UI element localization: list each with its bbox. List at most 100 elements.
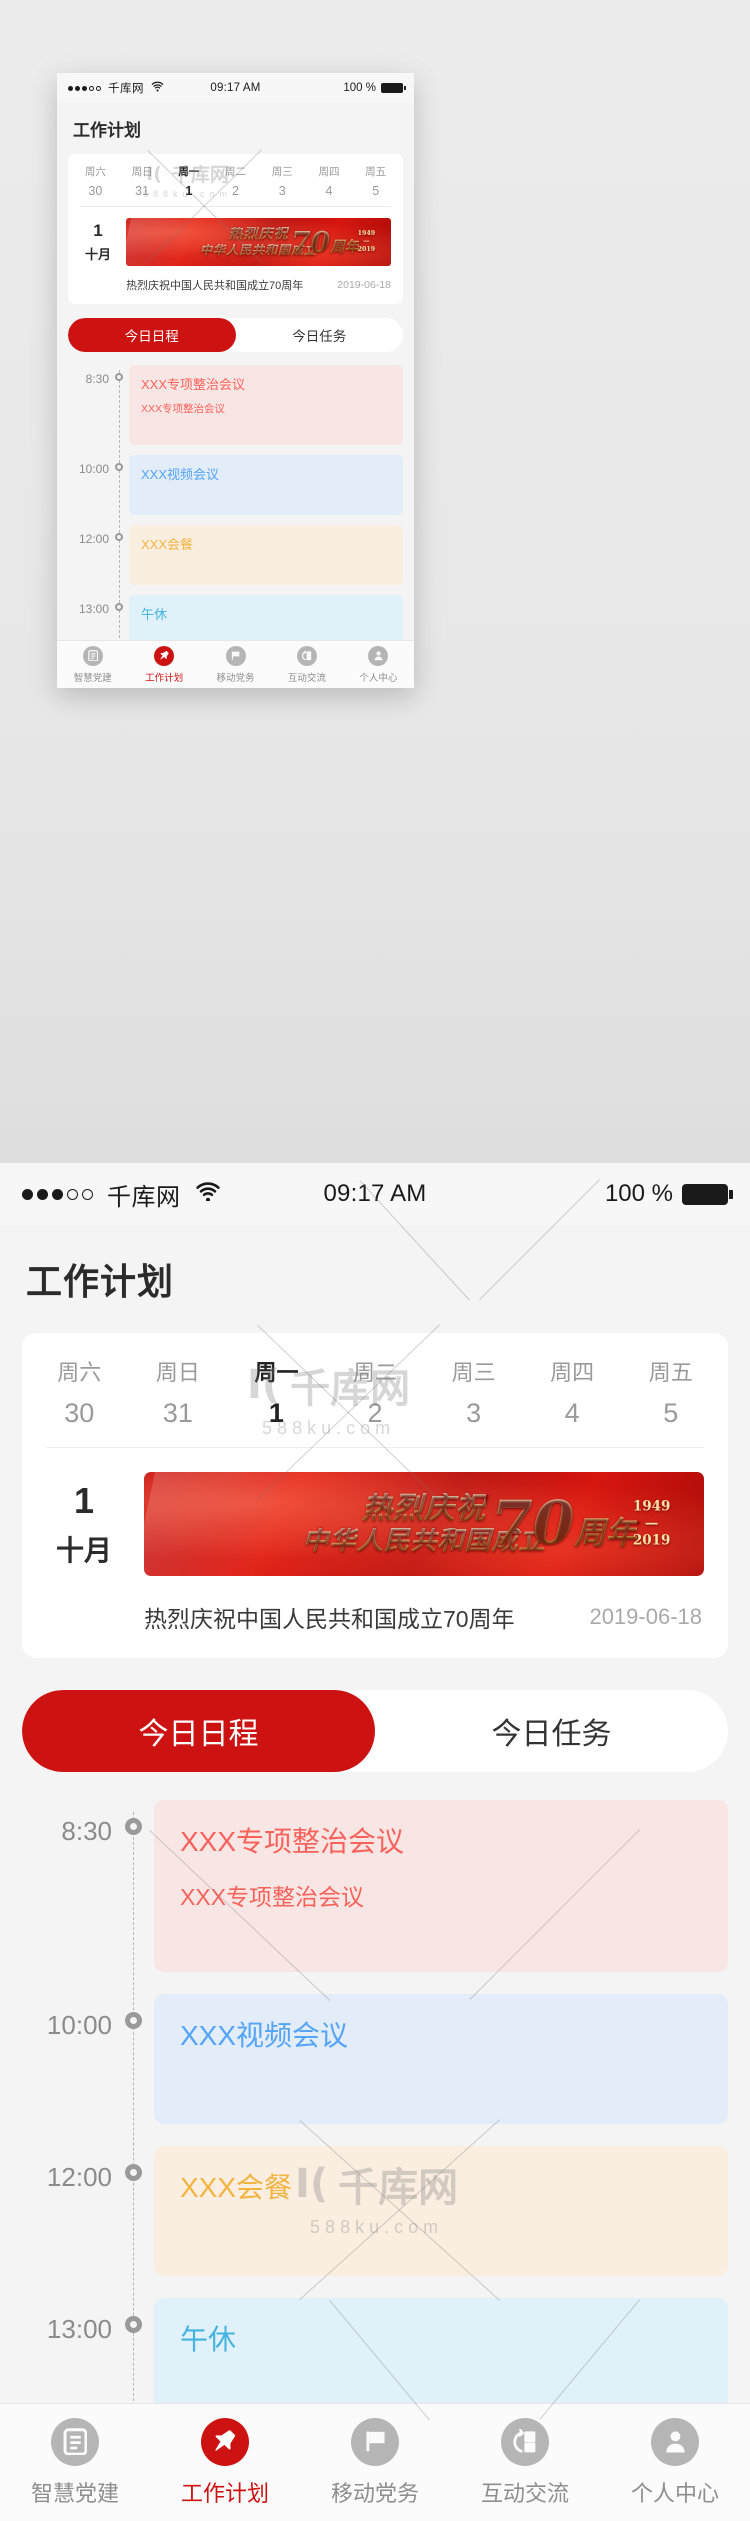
nav-item-移动党务[interactable]: 移动党务 — [200, 641, 271, 688]
signal-dot-empty — [96, 85, 101, 91]
signal-strength — [22, 1188, 93, 1200]
battery-icon — [682, 1183, 733, 1205]
battery-percent-label: 100 % — [604, 1180, 673, 1207]
event-time: 8:30 — [61, 1816, 112, 1846]
week-day-2[interactable]: 周一 1 — [227, 1355, 326, 1429]
week-day-number: 1 — [185, 184, 193, 198]
event-title: XXX会餐 — [141, 537, 194, 552]
nav-item-移动党务[interactable]: 移动党务 — [300, 2404, 450, 2521]
event-card[interactable]: XXX视频会议 — [129, 455, 403, 515]
tab-today-task[interactable]: 今日任务 — [375, 1690, 728, 1772]
timeline-dot-icon — [109, 525, 129, 585]
event-card[interactable]: XXX会餐 — [129, 525, 403, 585]
week-day-0[interactable]: 周六 30 — [30, 1355, 129, 1429]
week-strip: 周六 30 周日 31 周一 1 周二 2 周三 3 周四 4 周五 5 — [68, 154, 403, 206]
timeline-dot-icon — [109, 455, 129, 515]
event-subtitle: XXX专项整治会议 — [180, 1884, 365, 1910]
week-day-1[interactable]: 周日 31 — [119, 164, 166, 198]
event-card[interactable]: XXX专项整治会议 XXX专项整治会议 — [154, 1800, 728, 1972]
banner-caption: 热烈庆祝中国人民共和国成立70周年 — [144, 1606, 515, 1632]
nav-item-工作计划[interactable]: 工作计划 — [150, 2404, 300, 2521]
signal-dot-filled — [68, 85, 73, 91]
week-day-6[interactable]: 周五 5 — [621, 1355, 720, 1429]
week-day-name: 周五 — [648, 1360, 693, 1385]
week-day-name: 周四 — [318, 166, 340, 178]
schedule-event[interactable]: 12:00 XXX会餐 — [57, 525, 414, 585]
week-day-4[interactable]: 周三 3 — [259, 164, 306, 198]
week-day-name: 周二 — [225, 166, 247, 178]
week-day-number: 4 — [325, 184, 333, 198]
event-card[interactable]: XXX专项整治会议 XXX专项整治会议 — [129, 365, 403, 445]
wifi-icon — [151, 81, 164, 94]
week-day-4[interactable]: 周三 3 — [424, 1355, 523, 1429]
nav-item-个人中心[interactable]: 个人中心 — [600, 2404, 750, 2521]
tab-today-task[interactable]: 今日任务 — [236, 318, 404, 352]
week-day-number: 30 — [64, 1398, 95, 1428]
week-day-6[interactable]: 周五 5 — [352, 164, 399, 198]
week-day-number: 3 — [278, 184, 286, 198]
week-day-3[interactable]: 周二 2 — [326, 1355, 425, 1429]
nav-item-label: 个人中心 — [359, 672, 398, 684]
banner-line-1: 热烈庆祝 — [362, 1490, 486, 1526]
event-title: 午休 — [141, 607, 168, 622]
tab-today-schedule[interactable]: 今日日程 — [22, 1690, 375, 1772]
event-time: 10:00 — [46, 2010, 112, 2040]
schedule-event[interactable]: 10:00 XXX视频会议 — [0, 1994, 750, 2124]
week-strip: 周六 30 周日 31 周一 1 周二 2 周三 3 周四 4 周五 5 — [22, 1333, 728, 1447]
promo-banner[interactable]: 热烈庆祝 中华人民共和国成立 70周年 1949—2019 — [126, 218, 391, 266]
status-bar: 千库网 09:17 AM 100 % — [0, 1163, 750, 1225]
calendar-card: 周六 30 周日 31 周一 1 周二 2 周三 3 周四 4 周五 5 1 十… — [68, 154, 403, 304]
timeline-dot-icon — [112, 2146, 154, 2276]
nav-item-工作计划[interactable]: 工作计划 — [128, 641, 199, 688]
promo-banner[interactable]: 热烈庆祝 中华人民共和国成立 70周年 1949—2019 — [144, 1472, 704, 1576]
week-day-5[interactable]: 周四 4 — [523, 1355, 622, 1429]
event-title: 午休 — [180, 2324, 237, 2355]
week-day-3[interactable]: 周二 2 — [212, 164, 259, 198]
carrier-label: 千库网 — [108, 83, 144, 95]
bottom-nav[interactable]: 智慧党建 工作计划 移动党务 互动交流 个人中心 — [57, 640, 414, 688]
nav-item-个人中心[interactable]: 个人中心 — [343, 641, 414, 688]
nav-item-互动交流[interactable]: 互动交流 — [271, 641, 342, 688]
nav-item-互动交流[interactable]: 互动交流 — [450, 2404, 600, 2521]
nav-item-label: 移动党务 — [216, 672, 255, 684]
nav-item-label: 互动交流 — [480, 2480, 569, 2506]
week-day-2[interactable]: 周一 1 — [165, 164, 212, 198]
week-day-5[interactable]: 周四 4 — [306, 164, 353, 198]
bottom-nav[interactable]: 智慧党建 工作计划 移动党务 互动交流 个人中心 — [0, 2403, 750, 2521]
document-icon — [51, 2417, 99, 2466]
segmented-tabs[interactable]: 今日日程 今日任务 — [22, 1690, 728, 1772]
event-card[interactable]: XXX视频会议 — [154, 1994, 728, 2124]
person-icon — [651, 2417, 699, 2466]
timeline-dot-icon — [112, 1994, 154, 2124]
calendar-card: 周六 30 周日 31 周一 1 周二 2 周三 3 周四 4 周五 5 1 十… — [22, 1333, 728, 1658]
week-day-1[interactable]: 周日 31 — [129, 1355, 228, 1429]
selected-day-number: 1 — [93, 221, 103, 240]
schedule-timeline: 8:30 XXX专项整治会议 XXX专项整治会议 10:00 XXX视频会议 1… — [57, 352, 414, 688]
page-title: 工作计划 — [57, 103, 414, 152]
week-day-number: 5 — [372, 184, 380, 198]
week-day-name: 周六 — [57, 1360, 102, 1385]
nav-item-智慧党建[interactable]: 智慧党建 — [0, 2404, 150, 2521]
week-day-number: 2 — [367, 1398, 383, 1428]
week-day-0[interactable]: 周六 30 — [72, 164, 119, 198]
schedule-event[interactable]: 8:30 XXX专项整治会议 XXX专项整治会议 — [0, 1800, 750, 1972]
week-day-number: 31 — [135, 184, 150, 198]
signal-dot-filled — [75, 85, 80, 91]
schedule-event[interactable]: 12:00 XXX会餐 — [0, 2146, 750, 2276]
nav-item-label: 互动交流 — [287, 672, 326, 684]
schedule-event[interactable]: 8:30 XXX专项整治会议 XXX专项整治会议 — [57, 365, 414, 445]
carrier-label: 千库网 — [107, 1183, 181, 1211]
event-subtitle: XXX专项整治会议 — [141, 403, 226, 415]
pin-icon — [154, 645, 175, 666]
signal-dot-empty — [82, 1188, 93, 1200]
signal-dot-empty — [67, 1188, 78, 1200]
week-day-number: 5 — [663, 1398, 679, 1428]
signal-strength — [68, 85, 101, 91]
event-card[interactable]: XXX会餐 — [154, 2146, 728, 2276]
tab-today-schedule[interactable]: 今日日程 — [68, 318, 236, 352]
segmented-tabs[interactable]: 今日日程 今日任务 — [68, 318, 403, 352]
nav-item-label: 工作计划 — [145, 672, 184, 684]
nav-item-智慧党建[interactable]: 智慧党建 — [57, 641, 128, 688]
schedule-event[interactable]: 10:00 XXX视频会议 — [57, 455, 414, 515]
phone-preview-small: 千库网 09:17 AM 100 % 工作计划 周六 30 周日 31 周一 1… — [57, 73, 414, 688]
